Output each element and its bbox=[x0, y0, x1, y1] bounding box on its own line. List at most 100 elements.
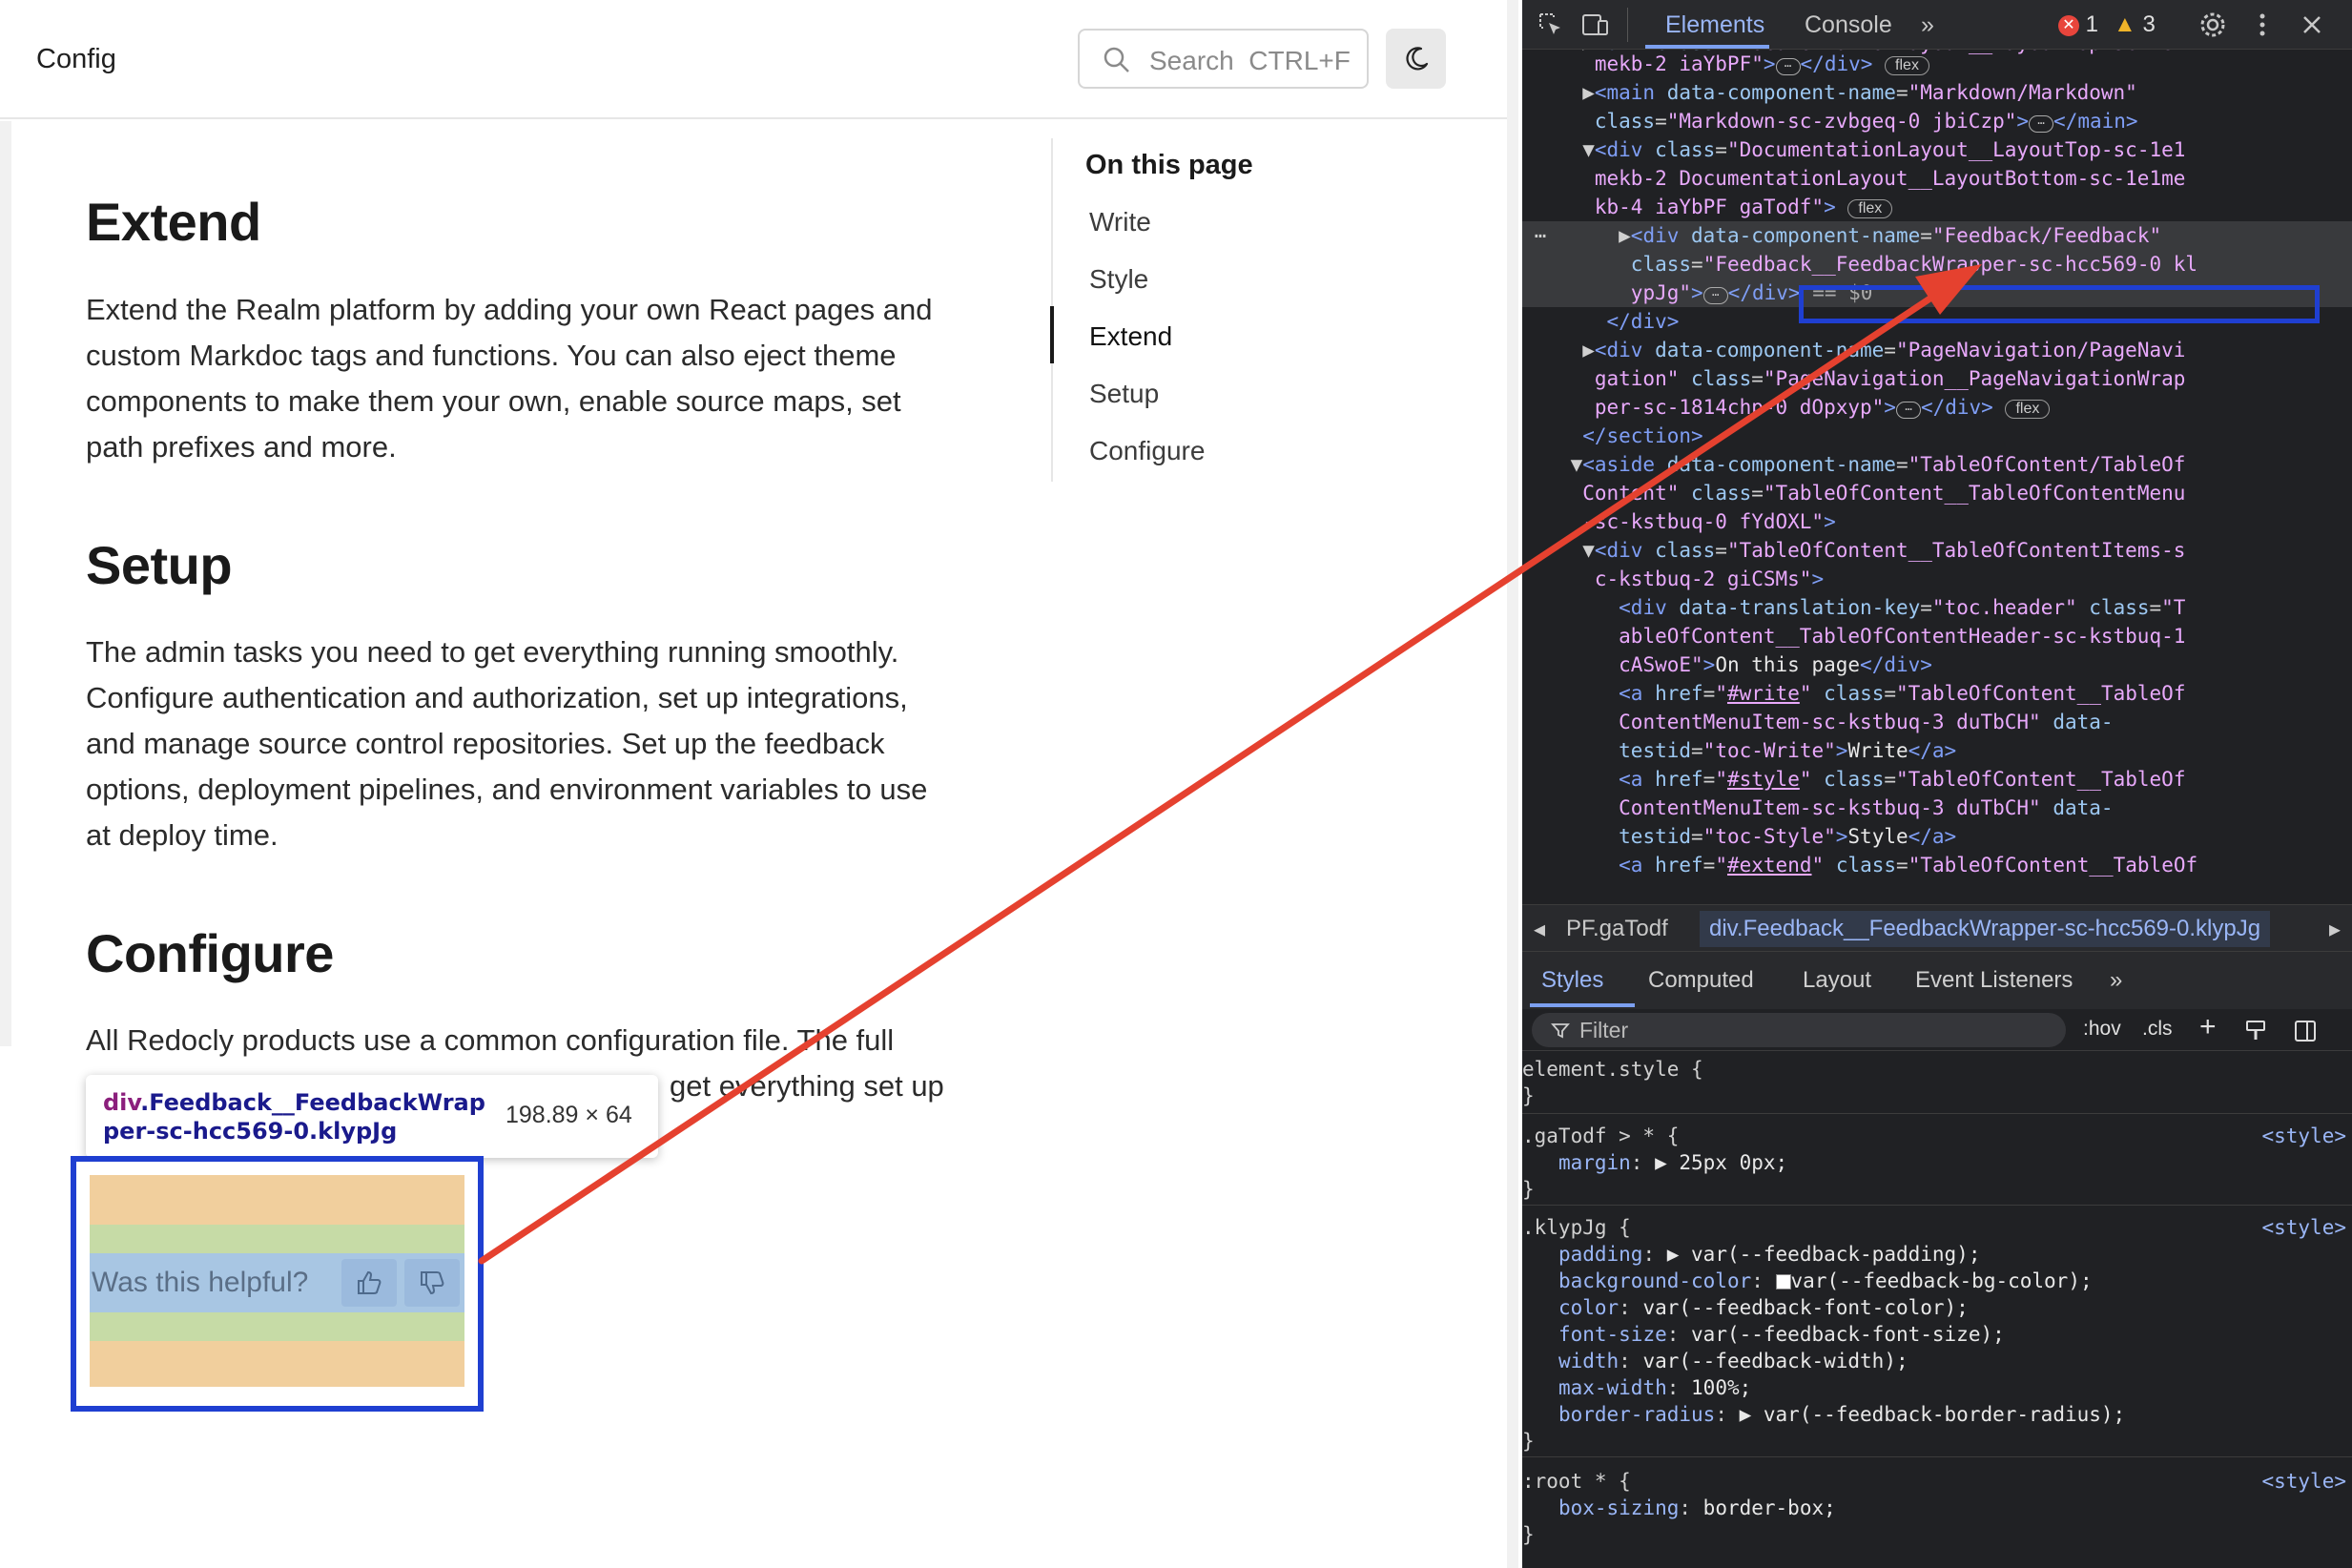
dom-node-line[interactable]: ▼<div class="DocumentationLayout__Layout… bbox=[1522, 135, 2352, 164]
dom-node-line[interactable]: <a href="#style" class="TableOfContent__… bbox=[1522, 765, 2352, 794]
thumbs-up-button[interactable] bbox=[341, 1259, 397, 1307]
rule-separator bbox=[1522, 1113, 2352, 1114]
dom-node-line[interactable]: -sc-kstbuq-0 fYdOXL"> bbox=[1522, 507, 2352, 536]
dom-node-line[interactable]: mekb-2 DocumentationLayout__LayoutBottom… bbox=[1522, 164, 2352, 193]
dom-node-selected[interactable]: class="Feedback__FeedbackWrapper-sc-hcc5… bbox=[1522, 250, 2352, 279]
rule-selector[interactable]: .gaTodf > * {<style> bbox=[1522, 1123, 2352, 1149]
section-heading-setup: Setup bbox=[86, 535, 233, 595]
dom-node-line[interactable]: <a href="#extend" class="TableOfContent_… bbox=[1522, 851, 2352, 879]
dom-node-line[interactable]: testid="toc-Write">Write</a> bbox=[1522, 736, 2352, 765]
pane-divider[interactable] bbox=[1507, 0, 1518, 1568]
dom-node-line[interactable]: ▶<div data-component-name="PageNavigatio… bbox=[1522, 336, 2352, 364]
tab-console[interactable]: Console bbox=[1805, 11, 1892, 39]
filter-input[interactable]: Filter bbox=[1532, 1013, 2066, 1047]
toc-item-setup[interactable]: Setup bbox=[1089, 379, 1159, 409]
dark-mode-toggle[interactable] bbox=[1386, 29, 1446, 89]
dom-node-line[interactable]: ContentMenuItem-sc-kstbuq-3 duTbCH" data… bbox=[1522, 708, 2352, 736]
search-input[interactable]: Search CTRL+F bbox=[1078, 29, 1369, 89]
color-swatch[interactable] bbox=[1775, 1274, 1791, 1289]
thumbs-down-button[interactable] bbox=[404, 1259, 460, 1307]
padding-overlay bbox=[90, 1225, 464, 1253]
rule-close: } bbox=[1522, 1084, 1535, 1107]
dom-node-line[interactable]: class="Markdown-sc-zvbgeq-0 jbiCzp"> ⋯ </m… bbox=[1522, 107, 2352, 135]
declaration[interactable]: padding: ▶ var(--feedback-padding); bbox=[1522, 1241, 2352, 1268]
tab-event-listeners[interactable]: Event Listeners bbox=[1915, 967, 2073, 994]
settings-gear-icon[interactable] bbox=[2197, 10, 2228, 40]
docs-page: Config Search CTRL+F Extend Extend the R… bbox=[0, 0, 1518, 1568]
sidebar-toggle-icon[interactable] bbox=[2293, 1019, 2318, 1043]
dom-node-line[interactable]: per-sc-1814chp-0 dOpxyp"> ⋯ </div> flex bbox=[1522, 393, 2352, 422]
site-brand[interactable]: Config bbox=[36, 44, 116, 75]
dom-node-line[interactable]: ▼<div class="TableOfContent__TableOfCont… bbox=[1522, 536, 2352, 565]
rule-selector[interactable]: :root * {<style> bbox=[1522, 1468, 2352, 1495]
warning-count-badge[interactable]: ▲ 3 bbox=[2114, 11, 2156, 38]
more-options-icon[interactable] bbox=[2247, 10, 2278, 40]
active-tab-indicator bbox=[1530, 1003, 1635, 1007]
more-tabs-icon[interactable]: » bbox=[1921, 11, 1934, 39]
declaration[interactable]: background-color: var(--feedback-bg-colo… bbox=[1522, 1268, 2352, 1294]
moon-icon bbox=[1406, 47, 1429, 71]
tab-elements[interactable]: Elements bbox=[1665, 11, 1764, 39]
rule-close: } bbox=[1522, 1178, 1535, 1201]
padding-overlay bbox=[90, 1312, 464, 1341]
dom-node-line[interactable]: ableOfContent__TableOfContentHeader-sc-k… bbox=[1522, 622, 2352, 650]
dom-node-line[interactable]: <div data-translation-key="toc.header" c… bbox=[1522, 593, 2352, 622]
dom-node-line[interactable]: gation" class="PageNavigation__PageNavig… bbox=[1522, 364, 2352, 393]
dom-node-line[interactable]: ▼<aside data-component-name="TableOfCont… bbox=[1522, 450, 2352, 479]
rule-selector[interactable]: .klypJg {<style> bbox=[1522, 1214, 2352, 1241]
rule-source-link: <style> bbox=[2261, 1124, 2346, 1147]
dom-node-line[interactable]: mekb-2 iaYbPF"> ⋯ </div> flex bbox=[1522, 50, 2352, 78]
dom-node-line[interactable]: ▶<main data-component-name="Markdown/Mar… bbox=[1522, 78, 2352, 107]
dom-node-line[interactable]: cASwoE">On this page</div> bbox=[1522, 650, 2352, 679]
feedback-question: Was this helpful? bbox=[92, 1267, 309, 1298]
toc-item-style[interactable]: Style bbox=[1089, 264, 1148, 295]
scroll-right-icon[interactable]: ▸ bbox=[2329, 916, 2341, 943]
tab-computed[interactable]: Computed bbox=[1648, 967, 1754, 994]
dom-node-line[interactable]: c-kstbuq-2 giCSMs"> bbox=[1522, 565, 2352, 593]
error-icon: ✕ bbox=[2058, 15, 2079, 36]
declaration[interactable]: box-sizing: border-box; bbox=[1522, 1495, 2352, 1521]
declaration[interactable]: max-width: 100%; bbox=[1522, 1374, 2352, 1401]
table-of-contents: On this page Write Style Extend Setup Co… bbox=[1050, 138, 1499, 482]
dom-node-line[interactable]: </section> bbox=[1522, 422, 2352, 450]
error-count-badge[interactable]: ✕ 1 bbox=[2058, 11, 2098, 38]
rule-selector[interactable]: element.style { bbox=[1522, 1056, 2352, 1083]
hov-toggle[interactable]: :hov bbox=[2083, 1018, 2121, 1041]
section-text-extend: Extend the Realm platform by adding your… bbox=[86, 293, 933, 464]
tab-styles[interactable]: Styles bbox=[1541, 967, 1603, 994]
declaration[interactable]: font-size: var(--feedback-font-size); bbox=[1522, 1321, 2352, 1348]
active-tab-indicator bbox=[1645, 45, 1769, 49]
rule-separator bbox=[1522, 1456, 2352, 1457]
toc-item-configure[interactable]: Configure bbox=[1089, 436, 1205, 466]
cls-toggle[interactable]: .cls bbox=[2142, 1018, 2173, 1041]
declaration[interactable]: margin: ▶ 25px 0px; bbox=[1522, 1149, 2352, 1176]
toc-item-extend[interactable]: Extend bbox=[1089, 321, 1172, 352]
section-heading-extend: Extend bbox=[86, 192, 261, 252]
declaration[interactable]: width: var(--feedback-width); bbox=[1522, 1348, 2352, 1374]
scroll-left-icon[interactable]: ◂ bbox=[1534, 916, 1545, 943]
search-icon bbox=[1104, 47, 1129, 72]
filter-icon bbox=[1551, 1023, 1570, 1039]
rule-source-link: <style> bbox=[2261, 1470, 2346, 1493]
toc-active-indicator bbox=[1050, 306, 1054, 363]
more-tabs-icon[interactable]: » bbox=[2110, 967, 2122, 994]
dom-node-selected[interactable]: ⋯ ▶<div data-component-name="Feedback/Fe… bbox=[1522, 221, 2352, 250]
dom-node-line[interactable]: kb-4 iaYbPF gaTodf"> flex bbox=[1522, 193, 2352, 221]
styles-tabbar: Styles Computed Layout Event Listeners » bbox=[1522, 952, 2352, 1009]
new-rule-icon[interactable]: + bbox=[2199, 1011, 2217, 1043]
tab-layout[interactable]: Layout bbox=[1803, 967, 1871, 994]
dom-node-line[interactable]: ContentMenuItem-sc-kstbuq-3 duTbCH" data… bbox=[1522, 794, 2352, 822]
paint-brush-icon[interactable] bbox=[2243, 1019, 2268, 1043]
section-text-setup: The admin tasks you need to get everythi… bbox=[86, 635, 928, 852]
breadcrumb-item-active[interactable]: div.Feedback__FeedbackWrapper-sc-hcc569-… bbox=[1700, 911, 2271, 947]
dom-node-line[interactable]: Content" class="TableOfContent__TableOfC… bbox=[1522, 479, 2352, 507]
device-toolbar-icon[interactable] bbox=[1579, 10, 1610, 40]
toc-item-write[interactable]: Write bbox=[1089, 207, 1151, 237]
inspect-element-icon[interactable] bbox=[1536, 10, 1566, 40]
dom-node-line[interactable]: testid="toc-Style">Style</a> bbox=[1522, 822, 2352, 851]
declaration[interactable]: color: var(--feedback-font-color); bbox=[1522, 1294, 2352, 1321]
dom-node-line[interactable]: <a href="#write" class="TableOfContent__… bbox=[1522, 679, 2352, 708]
declaration[interactable]: border-radius: ▶ var(--feedback-border-r… bbox=[1522, 1401, 2352, 1428]
close-icon[interactable] bbox=[2297, 10, 2327, 40]
breadcrumb-item[interactable]: PF.gaTodf bbox=[1566, 916, 1668, 942]
